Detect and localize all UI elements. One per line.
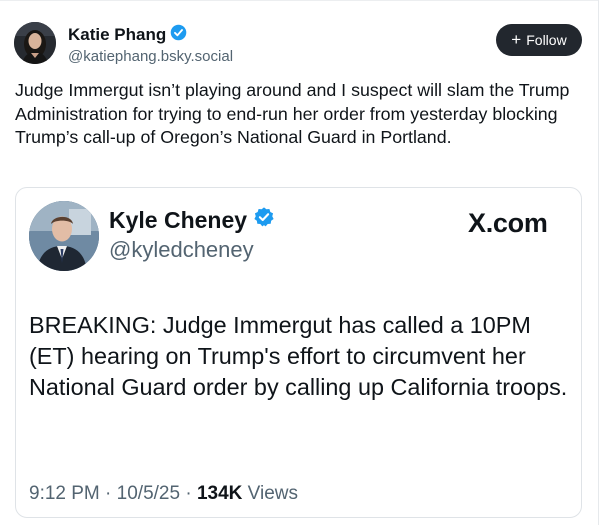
embedded-post-text: BREAKING: Judge Immergut has called a 10…	[29, 312, 568, 400]
separator-dot: ·	[105, 483, 117, 504]
bluesky-post: Katie Phang @katiephang.bsky.social + Fo…	[0, 0, 601, 525]
verified-badge-icon	[170, 24, 187, 46]
x-com-logo: X.com	[468, 208, 548, 238]
author-avatar[interactable]	[14, 22, 56, 64]
plus-icon: +	[511, 30, 522, 49]
embedded-author-avatar	[29, 201, 99, 271]
author-name-text: Katie Phang	[68, 25, 167, 44]
divider	[0, 0, 598, 1]
embedded-author-name: Kyle Cheney	[109, 206, 275, 234]
author-handle[interactable]: @katiephang.bsky.social	[68, 48, 233, 65]
embedded-post-meta: 9:12 PM · 10/5/25 · 134K Views	[29, 483, 298, 505]
divider	[598, 0, 599, 525]
embedded-post-time: 9:12 PM	[29, 483, 100, 504]
views-count: 134K	[196, 483, 243, 504]
embedded-post-date: 10/5/25	[116, 483, 181, 504]
follow-button[interactable]: + Follow	[496, 24, 582, 56]
follow-button-label: Follow	[526, 32, 567, 48]
embedded-author-name-text: Kyle Cheney	[109, 206, 248, 233]
embedded-author-handle: @kyledcheney	[109, 237, 254, 262]
separator-dot: ·	[185, 483, 197, 504]
post-text: Judge Immergut isn’t playing around and …	[15, 80, 570, 147]
embedded-post-card[interactable]: Kyle Cheney @kyledcheney X.com BREAKING:…	[15, 187, 582, 518]
views-label: Views	[247, 483, 298, 504]
verified-badge-icon	[253, 206, 275, 234]
author-name[interactable]: Katie Phang	[68, 24, 187, 46]
